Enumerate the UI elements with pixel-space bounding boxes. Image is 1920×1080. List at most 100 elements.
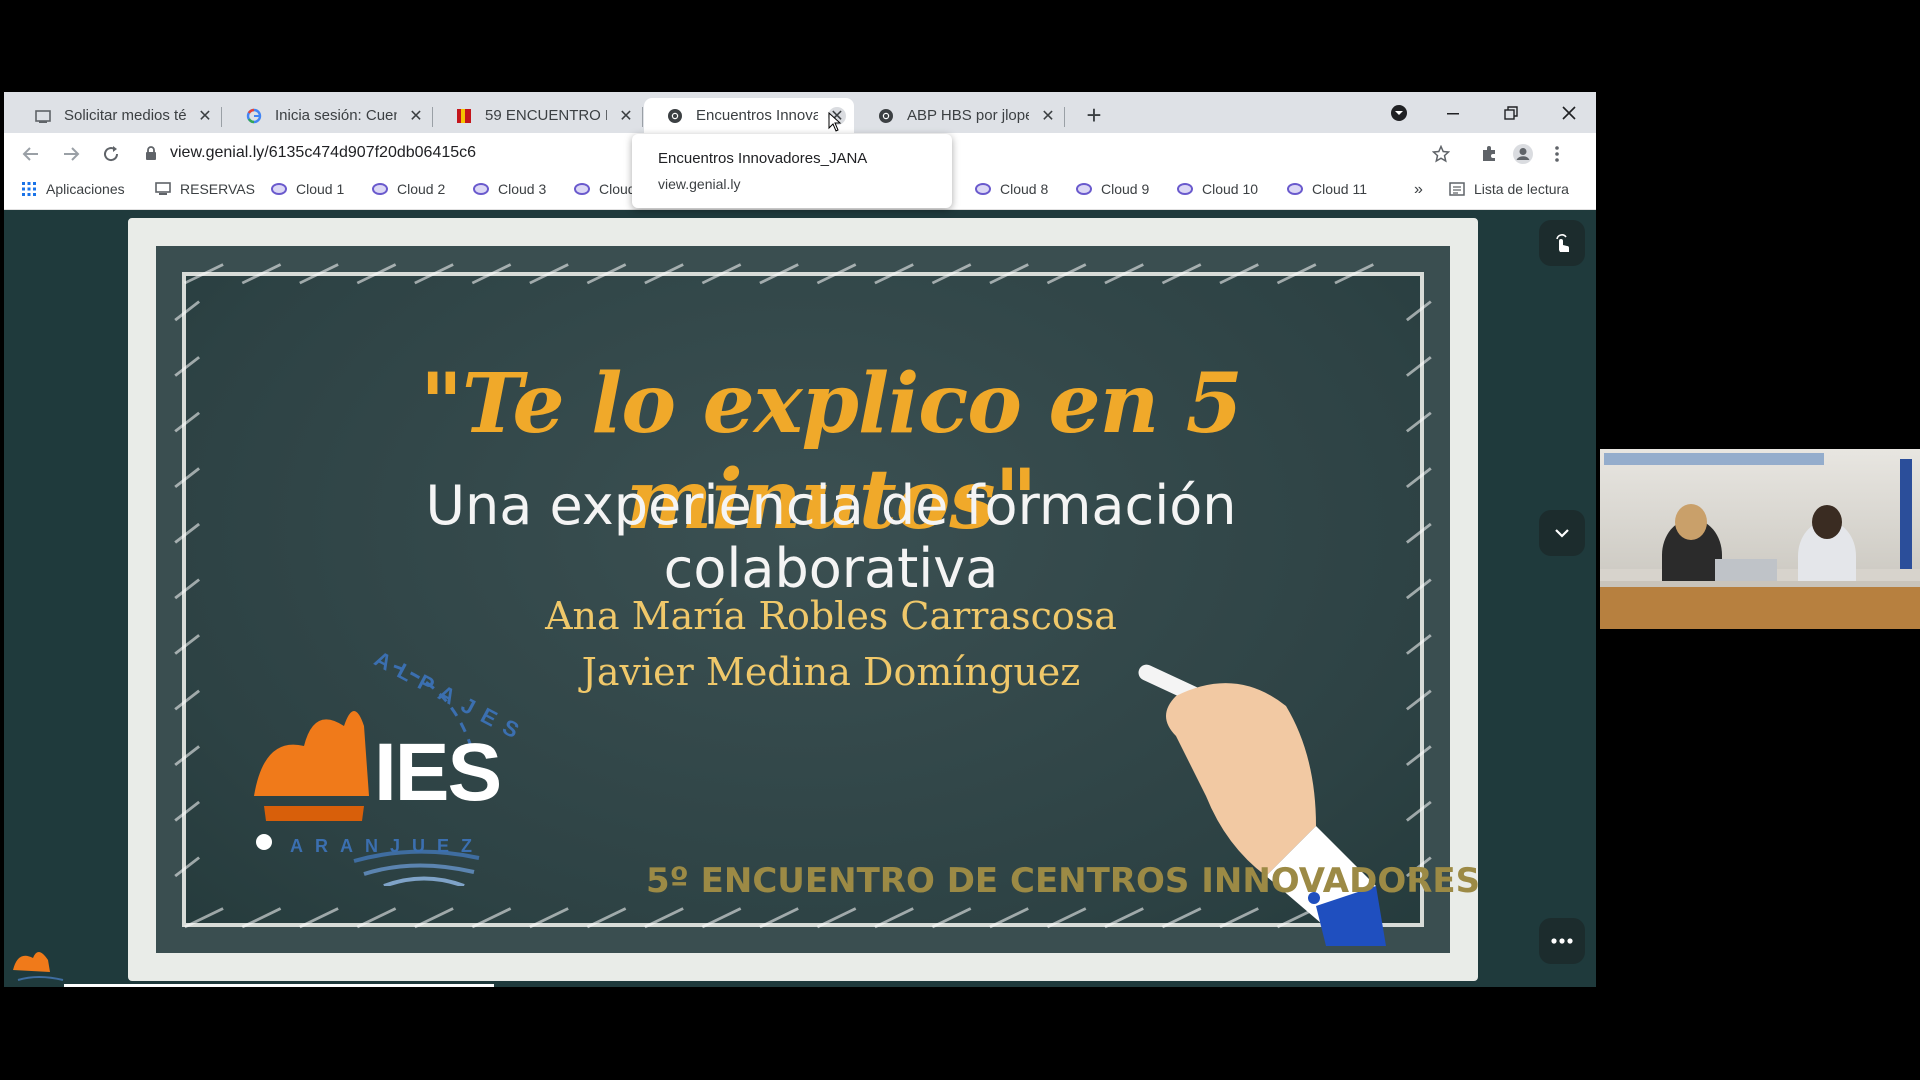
extensions-button[interactable] (1476, 141, 1502, 167)
bookmark-label: Cloud 3 (498, 181, 547, 197)
arrow-right-icon (64, 147, 80, 161)
new-tab-button[interactable]: + (1079, 100, 1109, 130)
profile-button[interactable] (1510, 141, 1536, 167)
bookmarks-overflow-button[interactable]: » (1414, 181, 1423, 199)
bookmark-star-button[interactable] (1428, 141, 1454, 167)
bookmark-cloud-10[interactable]: Cloud 10 (1176, 181, 1258, 197)
close-icon[interactable]: ✕ (407, 107, 425, 125)
tab-search-button[interactable] (1384, 100, 1414, 126)
puzzle-icon (1483, 146, 1495, 161)
presentation-progress-bar (64, 984, 494, 987)
chalk-hand-illustration (1116, 646, 1386, 946)
chevron-down-icon (1555, 529, 1569, 538)
browser-window: Solicitar medios téc ✕ Inicia sesión: Cu… (4, 92, 1596, 987)
avatar-icon (1513, 144, 1533, 164)
tab-title: ABP HBS por jlopez (907, 107, 1029, 124)
bookmark-apps[interactable]: Aplicaciones (20, 181, 125, 197)
tab-title: Encuentros Innovad (696, 107, 818, 124)
apps-grid-icon (20, 182, 38, 196)
lock-icon (146, 146, 156, 160)
bookmark-label: Cloud 1 (296, 181, 345, 197)
cloud-icon (573, 182, 591, 196)
close-icon[interactable]: ✕ (617, 107, 635, 125)
bookmark-cloud-1[interactable]: Cloud 1 (270, 181, 344, 197)
cloud-icon (270, 182, 288, 196)
tab-inicia-sesion[interactable]: Inicia sesión: Cuent ✕ (223, 98, 433, 133)
close-icon (1562, 106, 1576, 120)
cloud-icon (1075, 182, 1093, 196)
expand-button[interactable] (1539, 510, 1585, 556)
cloud-icon (1176, 182, 1194, 196)
close-icon[interactable]: ✕ (196, 107, 214, 125)
star-icon (1432, 145, 1450, 163)
tab-title: Inicia sesión: Cuent (275, 107, 397, 124)
bookmark-label: Cloud (599, 181, 636, 197)
cloud-icon (472, 182, 490, 196)
tap-icon (1556, 234, 1569, 252)
cloud-icon (371, 182, 389, 196)
table-front (1600, 587, 1920, 629)
tab-abp-hbs[interactable]: ABP HBS por jlopez ✕ (855, 98, 1065, 133)
more-horiz-icon (1551, 938, 1573, 944)
address-text: view.genial.ly/6135c474d907f20db06415c6 (170, 144, 477, 161)
restore-icon (1504, 106, 1518, 120)
flag (1900, 459, 1912, 569)
small-logo-icon (8, 940, 68, 985)
bookmark-label: Cloud 2 (397, 181, 446, 197)
tooltip-title: Encuentros Innovadores_JANA (658, 150, 868, 167)
reading-list-button[interactable]: Lista de lectura (1448, 181, 1569, 197)
tab-encuentros-innovadores[interactable]: Encuentros Innovad ✕ (644, 98, 854, 133)
bookmark-label: RESERVAS (180, 181, 255, 197)
bookmark-label: Aplicaciones (46, 181, 125, 197)
logo-ring-bottom-text: ARANJUEZ (290, 836, 485, 856)
ies-aranjuez-logo: IES ALPAJES ARANJUEZ (244, 646, 532, 888)
flag-icon (455, 107, 473, 125)
tab-solicitar[interactable]: Solicitar medios téc ✕ (12, 98, 222, 133)
close-icon[interactable]: ✕ (1039, 107, 1057, 125)
author-1: Ana María Robles Carrascosa (545, 594, 1117, 638)
back-button[interactable] (18, 141, 44, 167)
chrome-icon (877, 107, 895, 125)
video-background (1600, 449, 1920, 569)
forward-button[interactable] (58, 141, 84, 167)
slide-subtitle: Una experiencia de formación colaborativ… (425, 474, 1237, 600)
reload-icon (104, 146, 119, 162)
tab-title: Solicitar medios téc (64, 107, 186, 124)
fullscreen-button[interactable] (1539, 220, 1585, 266)
bookmark-label: Cloud 8 (1000, 181, 1049, 197)
chevron-down-icon (1391, 105, 1407, 121)
reservation-icon (34, 107, 52, 125)
chrome-icon (666, 107, 684, 125)
restore-button[interactable] (1496, 100, 1526, 126)
logo-ies-text: IES (374, 727, 502, 818)
close-window-button[interactable] (1554, 100, 1584, 126)
tab-59-encuentro[interactable]: 59 ENCUENTRO DE ✕ (433, 98, 643, 133)
bookmark-cloud-11[interactable]: Cloud 11 (1286, 181, 1367, 197)
reload-button[interactable] (98, 141, 124, 167)
more-options-button[interactable] (1539, 918, 1585, 964)
chalkboard: "Te lo explico en 5 minutos" Una experie… (128, 218, 1480, 981)
cloud-icon (974, 182, 992, 196)
mouse-cursor-icon (828, 111, 842, 132)
reservation-icon (154, 182, 172, 196)
genially-viewer: "Te lo explico en 5 minutos" Una experie… (4, 210, 1596, 987)
cloud-icon (1286, 182, 1304, 196)
bookmark-cloud-2[interactable]: Cloud 2 (371, 181, 445, 197)
bookmark-cloud-9[interactable]: Cloud 9 (1075, 181, 1149, 197)
bookmark-cloud-partial[interactable]: Cloud (573, 181, 636, 197)
video-banner (1604, 453, 1824, 465)
menu-button[interactable] (1544, 141, 1570, 167)
tab-title: 59 ENCUENTRO DE (485, 107, 607, 124)
speaker-man-head (1812, 505, 1842, 539)
speaker-woman-head (1675, 504, 1707, 540)
bookmark-reservas[interactable]: RESERVAS (154, 181, 255, 197)
bookmark-cloud-3[interactable]: Cloud 3 (472, 181, 546, 197)
tooltip-url: view.genial.ly (658, 176, 741, 192)
webcam-video-feed (1600, 449, 1920, 629)
bookmark-label: Lista de lectura (1474, 181, 1569, 197)
bookmark-cloud-8[interactable]: Cloud 8 (974, 181, 1048, 197)
minimize-button[interactable] (1438, 100, 1468, 126)
bookmark-label: Cloud 11 (1312, 181, 1368, 197)
reading-list-icon (1448, 182, 1466, 196)
bookmark-label: Cloud 9 (1101, 181, 1150, 197)
